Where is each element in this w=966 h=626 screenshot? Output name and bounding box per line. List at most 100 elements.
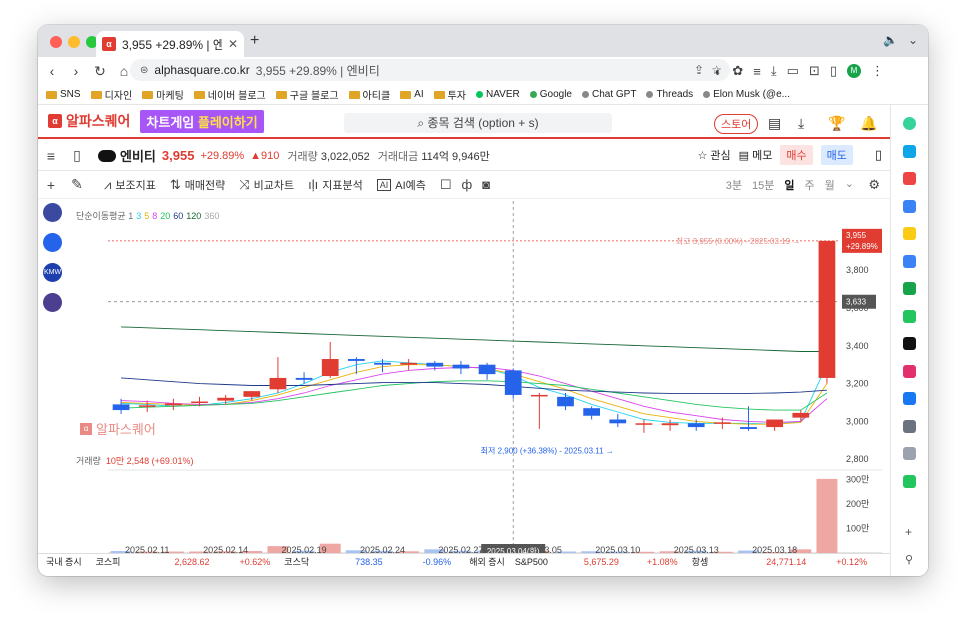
back-icon[interactable]: ‹	[42, 63, 62, 79]
rr-translate-icon[interactable]	[903, 254, 916, 268]
download-icon[interactable]: ⤓	[771, 63, 777, 79]
tab-audio-icon[interactable]: 🔈	[883, 33, 898, 47]
candle-body	[138, 405, 156, 407]
ma-period-label[interactable]: 20	[160, 211, 170, 221]
rr-star-icon[interactable]	[903, 227, 916, 240]
share-icon[interactable]: ⇪	[694, 63, 704, 77]
download-app-icon[interactable]: ⤓	[798, 115, 804, 132]
indicator-button[interactable]: ⩘ 보조지표	[104, 177, 156, 193]
trophy-icon[interactable]: 🏆	[828, 115, 845, 132]
profile-avatar[interactable]: M	[847, 64, 861, 78]
bookmark-item[interactable]: 아티클	[348, 87, 390, 102]
browser-tab[interactable]: α 3,955 +29.89% | 엔비티 ✕	[96, 31, 244, 57]
rr-check-icon[interactable]	[903, 474, 916, 488]
bookmark-item[interactable]: 구글 블로그	[275, 87, 339, 102]
rr-bird-icon[interactable]	[903, 144, 916, 158]
ma-period-label[interactable]: 60	[173, 211, 183, 221]
chart-settings-icon[interactable]: ⚙	[868, 177, 880, 193]
tab-close-icon[interactable]: ✕	[228, 37, 238, 51]
watch-button[interactable]: ☆ 관심	[697, 147, 730, 163]
price-chart[interactable]: 2,8003,0003,2003,4003,6003,800100만200만30…	[68, 201, 882, 553]
rr-calendar-icon[interactable]	[903, 199, 916, 213]
period-tab[interactable]: 주	[805, 177, 815, 193]
add-icon[interactable]: +	[38, 177, 64, 193]
rr-map-icon[interactable]	[903, 309, 916, 323]
bookmark-item[interactable]: 네이버 블로그	[193, 87, 266, 102]
ma-period-label[interactable]: 1	[128, 211, 133, 221]
rr-chart-icon[interactable]	[903, 282, 916, 295]
extension-mouse-icon[interactable]: ◐	[715, 64, 723, 79]
rr-add-icon[interactable]: +	[905, 525, 912, 539]
side-panel-icon[interactable]: ▯	[830, 63, 837, 79]
square-tool-icon[interactable]: ☐	[440, 177, 452, 193]
stock-name[interactable]: 엔비티	[120, 146, 156, 165]
alphasquare-logo[interactable]: α 알파스퀘어	[48, 111, 130, 131]
period-tab[interactable]: 3분	[726, 177, 742, 193]
stock-search-input[interactable]: ⌕ 종목 검색 (option + s)	[344, 113, 612, 133]
bookmark-item[interactable]: SNS	[46, 89, 81, 100]
amount-value: 114억 9,946만	[421, 150, 490, 163]
forward-icon[interactable]: ›	[66, 63, 86, 79]
new-tab-button[interactable]: +	[250, 32, 259, 50]
bookmark-item[interactable]: Google	[529, 89, 572, 100]
compare-button[interactable]: ⤨ 비교차트	[239, 177, 294, 193]
memo-button[interactable]: ▤ 메모	[739, 147, 773, 163]
screenshot-icon[interactable]: ⊡	[809, 63, 820, 79]
period-tab[interactable]: 15분	[752, 177, 774, 193]
rr-pin-icon[interactable]: ⚲	[905, 553, 913, 566]
address-bar[interactable]: ⊜ alphasquare.co.kr 3,955 +29.89% | 엔비티 …	[130, 59, 730, 81]
minimize-window-button[interactable]	[68, 36, 80, 48]
strategy-button[interactable]: ⇅ 매매전략	[170, 177, 225, 193]
layout-toggle-icon[interactable]: ▯	[875, 147, 882, 163]
ai-predict-button[interactable]: AI AI예측	[376, 177, 426, 193]
cast-icon[interactable]: ▭	[787, 63, 799, 79]
bookmark-item[interactable]: 마케팅	[142, 87, 184, 102]
ma-period-label[interactable]: 8	[152, 211, 157, 221]
rail-monitor-icon[interactable]	[43, 203, 62, 222]
bookmark-item[interactable]: NAVER	[476, 89, 520, 100]
rr-feather-icon[interactable]	[903, 419, 916, 433]
store-button[interactable]: 스토어	[714, 114, 759, 134]
period-tab[interactable]: 월	[825, 177, 835, 193]
period-tab[interactable]: 일	[784, 177, 794, 193]
bookmark-item[interactable]: Elon Musk (@e...	[703, 89, 790, 100]
bookmark-item[interactable]: 디자인	[90, 87, 132, 102]
sidebar-toggle-icon[interactable]: ▯	[64, 147, 90, 164]
rail-music-icon[interactable]	[43, 233, 62, 252]
site-info-icon[interactable]: ⊜	[140, 65, 148, 76]
rr-facebook-icon[interactable]	[903, 392, 916, 405]
analysis-button[interactable]: ıļı 지표분석	[308, 177, 363, 193]
reload-icon[interactable]: ↻	[90, 63, 110, 80]
sell-button[interactable]: 매도	[820, 145, 853, 165]
camera-icon[interactable]: ◙	[482, 177, 490, 192]
portfolio-icon[interactable]: ▤	[768, 115, 781, 132]
candle-type-icon[interactable]: ф	[462, 177, 473, 192]
bookmark-item[interactable]: Chat GPT	[581, 89, 636, 100]
draw-pen-icon[interactable]: ✎	[64, 176, 90, 193]
ma-period-label[interactable]: 3	[136, 211, 141, 221]
buy-button[interactable]: 매수	[780, 145, 813, 165]
bookmark-item[interactable]: 투자	[433, 87, 466, 102]
ma-period-label[interactable]: 360	[204, 211, 219, 221]
ma-period-label[interactable]: 120	[186, 211, 201, 221]
rr-extension-green-icon[interactable]	[903, 117, 916, 130]
tab-list-chevron-icon[interactable]: ⌄	[908, 33, 918, 47]
rr-tiktok-icon[interactable]	[903, 337, 916, 350]
menu-hamburger-icon[interactable]: ≡	[38, 148, 64, 164]
extension-puzzle-icon[interactable]: ✿	[732, 63, 743, 79]
ma-period-label[interactable]: 5	[144, 211, 149, 221]
period-more-chevron-icon[interactable]: ⌄	[845, 177, 854, 193]
bookmark-item[interactable]: AI	[400, 89, 424, 100]
close-window-button[interactable]	[50, 36, 62, 48]
notification-bell-icon[interactable]: 🔔	[860, 115, 877, 132]
reading-list-icon[interactable]: ≡	[753, 64, 761, 79]
rail-kmw-icon[interactable]: KMW	[43, 263, 62, 282]
rr-instagram-icon[interactable]	[903, 364, 916, 378]
rr-pocket-icon[interactable]	[903, 172, 916, 185]
rail-brand-icon[interactable]	[43, 293, 62, 312]
chart-game-button[interactable]: 차트게임 플레이하기	[140, 109, 264, 133]
browser-menu-icon[interactable]: ⋮	[871, 63, 884, 79]
rr-avatar-icon[interactable]	[903, 447, 916, 460]
bookmark-item[interactable]: Threads	[646, 89, 693, 100]
stock-change-amount: ▲910	[250, 149, 280, 162]
